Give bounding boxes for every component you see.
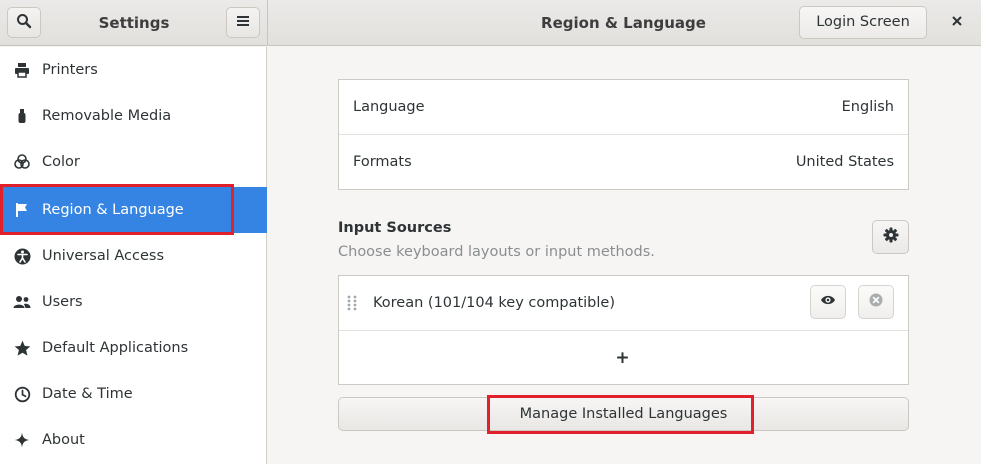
language-row[interactable]: Language English [339,80,908,134]
usb-icon [0,108,42,124]
drag-handle-icon[interactable] [347,295,359,311]
sidebar-item-printers[interactable]: Printers [0,47,267,93]
sidebar-item-label: Date & Time [42,386,133,402]
sidebar-item-about[interactable]: About [0,417,267,463]
input-sources-title: Input Sources [338,220,452,236]
hamburger-icon [236,15,250,31]
formats-value: United States [795,153,894,170]
menu-button[interactable] [226,7,260,38]
close-button[interactable] [941,8,973,38]
manage-installed-languages-button[interactable]: Manage Installed Languages [338,397,909,431]
language-label: Language [353,99,425,115]
sidebar-item-date-time[interactable]: Date & Time [0,371,267,417]
sidebar-item-label: Color [42,154,80,170]
login-screen-button[interactable]: Login Screen [799,6,927,39]
formats-row[interactable]: Formats United States [339,134,908,188]
header-bar: Settings Region & Language Login Screen [0,0,981,46]
input-sources-list: Korean (101/104 key compatible) + [338,275,909,385]
sidebar-item-universal-access[interactable]: Universal Access [0,233,267,279]
sidebar-item-color[interactable]: Color [0,139,267,185]
formats-label: Formats [353,153,412,170]
close-icon [951,15,963,31]
add-input-source-row[interactable]: + [339,330,908,384]
sidebar-header: Settings [0,0,268,46]
sidebar-item-label: Default Applications [42,340,189,356]
sidebar: Printers Removable Media Color Region & … [0,47,267,464]
clock-icon [0,386,42,403]
printer-icon [0,62,42,78]
sparkle-icon [0,432,42,448]
flag-icon [0,202,42,218]
input-source-item[interactable]: Korean (101/104 key compatible) [339,276,908,330]
accessibility-icon [0,248,42,265]
sidebar-item-label: Printers [42,62,98,78]
sidebar-item-default-applications[interactable]: Default Applications [0,325,267,371]
eye-icon [820,294,836,310]
remove-input-source-button[interactable] [858,285,894,319]
input-sources-subtitle: Choose keyboard layouts or input methods… [338,244,655,260]
users-icon [0,294,42,310]
region-card: Language English Formats United States [338,79,909,190]
sidebar-item-label: Region & Language [42,202,184,218]
sidebar-item-label: Universal Access [42,248,165,264]
gear-icon [883,227,899,247]
sidebar-item-users[interactable]: Users [0,279,267,325]
star-icon [0,340,42,357]
sidebar-item-label: Removable Media [42,108,172,124]
sidebar-item-label: About [42,432,85,448]
sidebar-item-label: Users [42,294,83,310]
input-sources-options-button[interactable] [872,220,909,254]
sidebar-item-region-language[interactable]: Region & Language [0,187,267,233]
language-value: English [841,99,894,115]
main-panel: Language English Formats United States I… [268,47,981,464]
preview-layout-button[interactable] [810,285,846,319]
input-source-label: Korean (101/104 key compatible) [373,295,615,311]
sidebar-item-removable-media[interactable]: Removable Media [0,93,267,139]
color-icon [0,153,42,171]
remove-icon [869,293,883,311]
add-icon: + [615,347,630,368]
